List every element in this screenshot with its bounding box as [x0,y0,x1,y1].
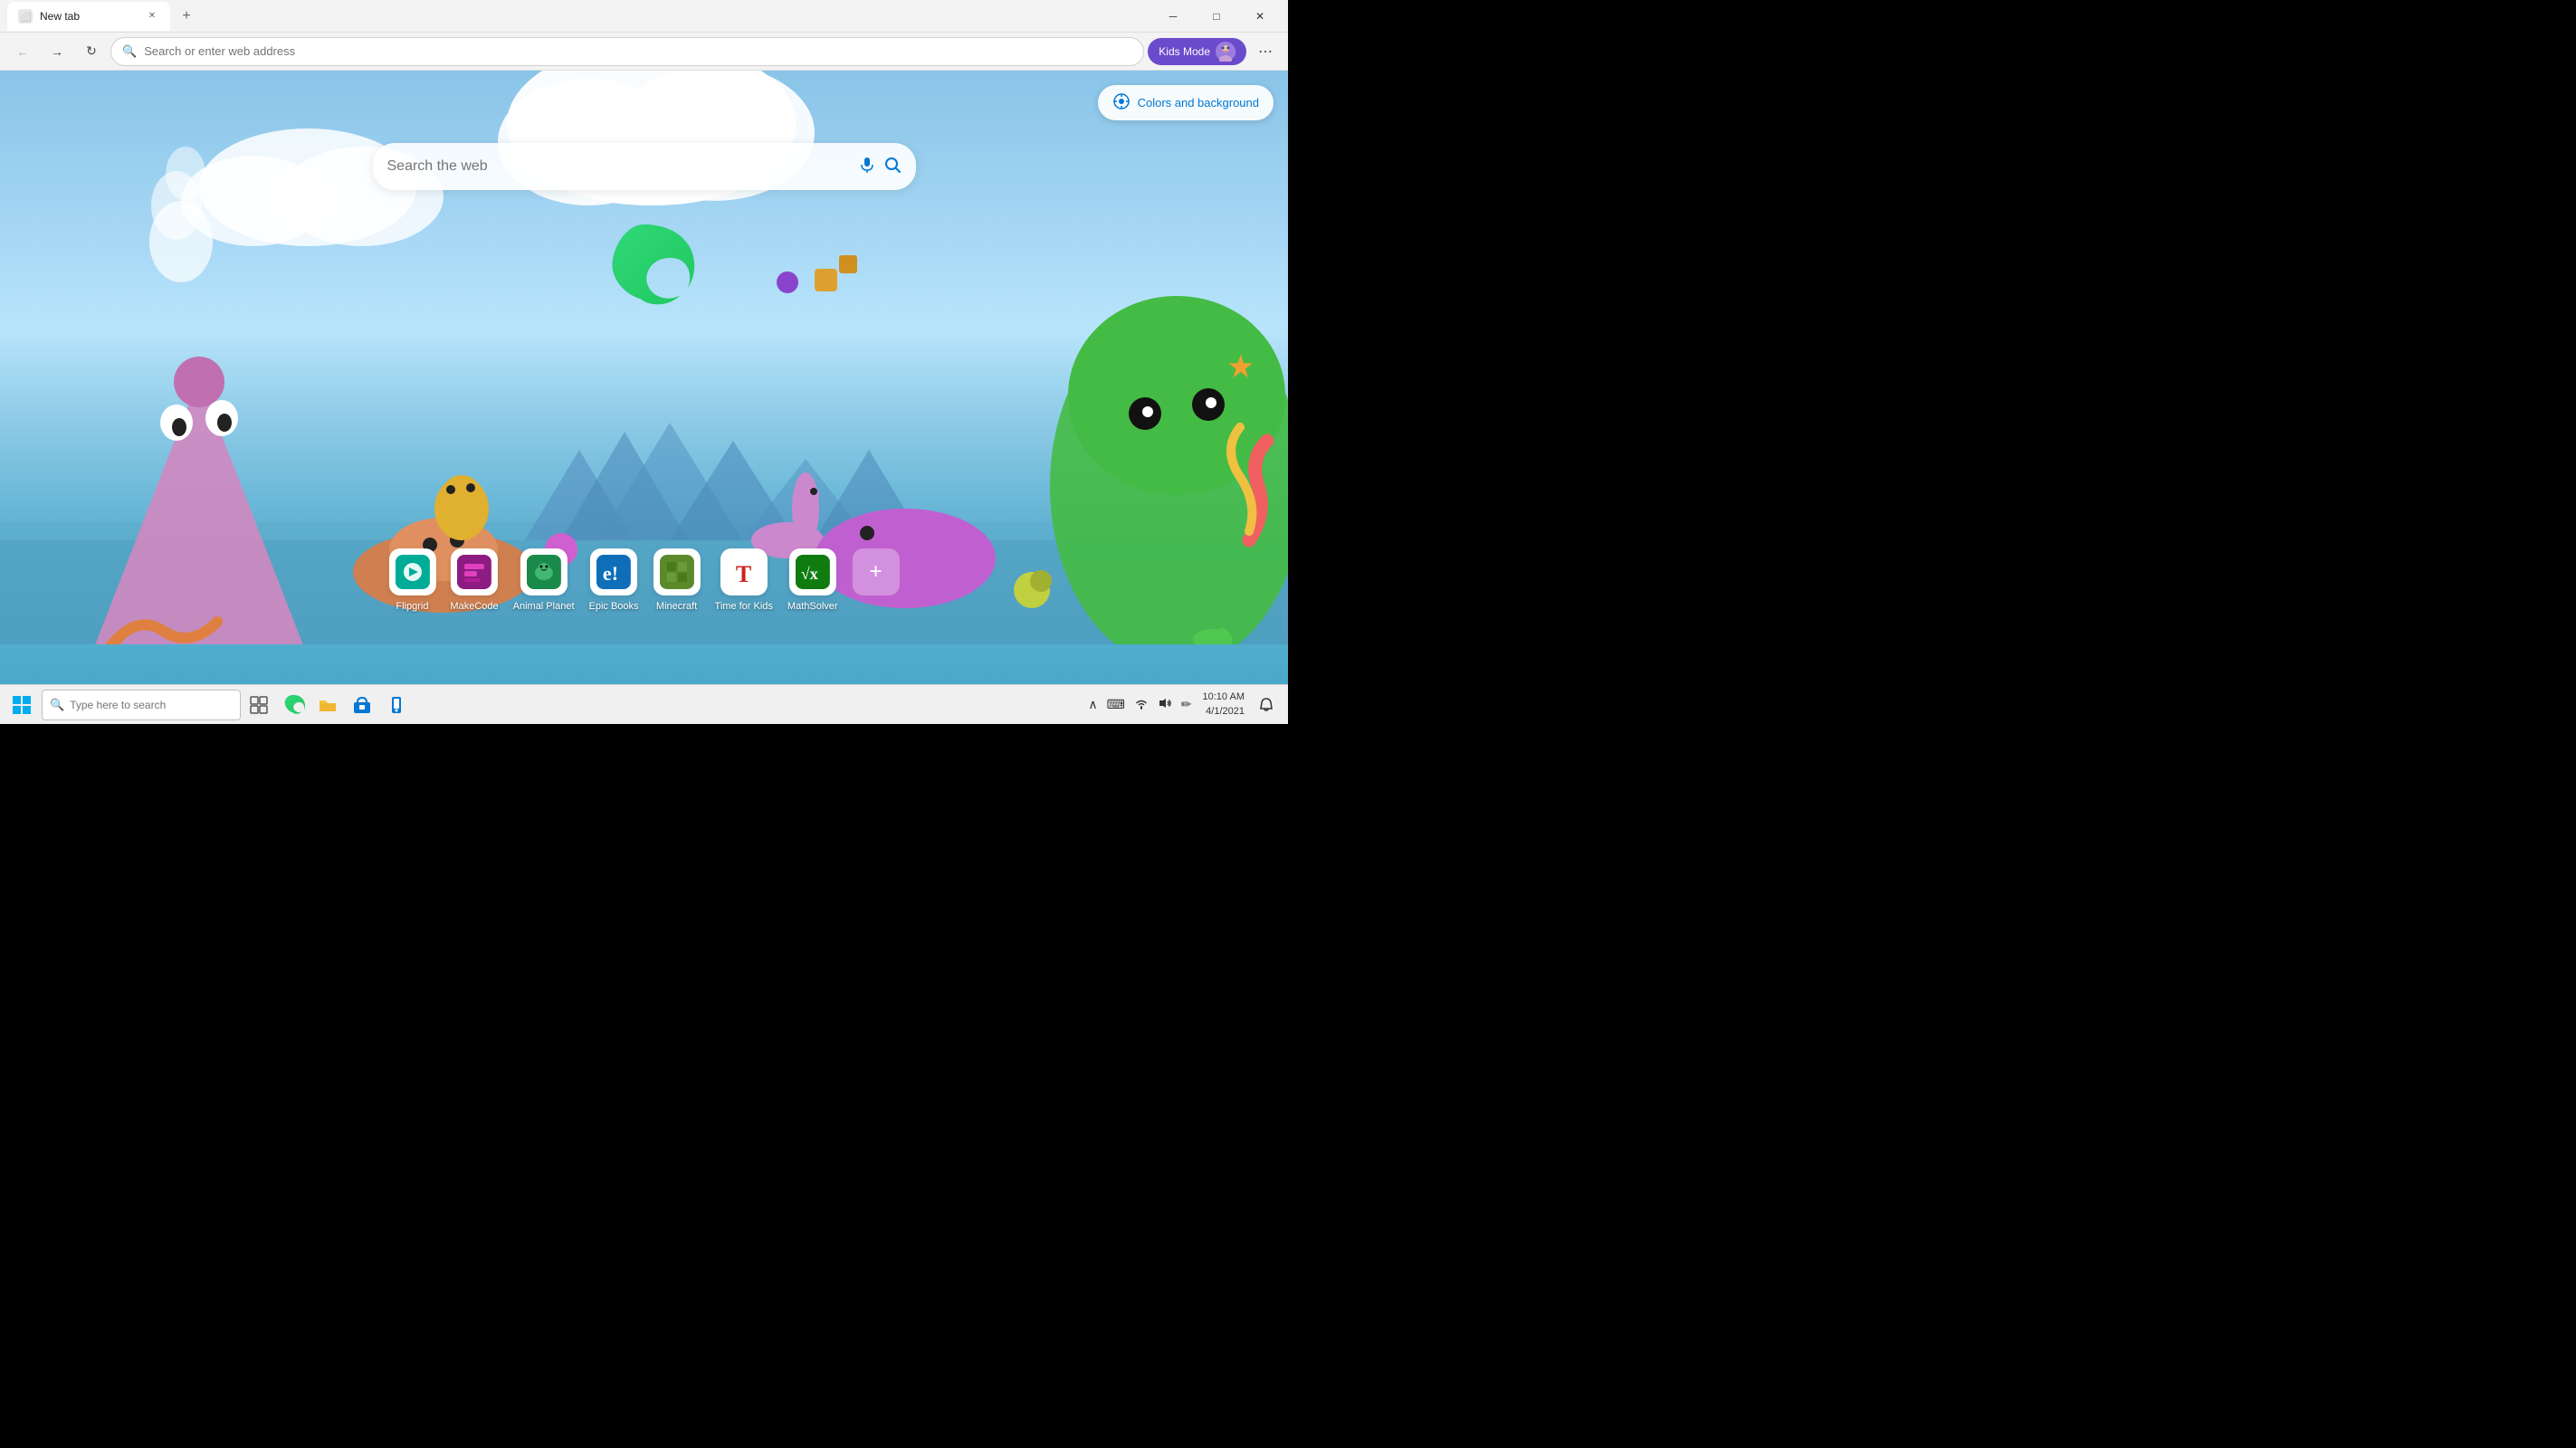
clock[interactable]: 10:10 AM 4/1/2021 [1199,691,1248,719]
taskbar-phone-icon[interactable] [380,689,413,721]
flipgrid-icon [388,548,435,595]
quick-link-epic-books[interactable]: e! Epic Books [589,548,639,612]
address-bar[interactable]: 🔍 [110,37,1144,66]
mathsolver-icon: √x [789,548,836,595]
search-bar[interactable] [373,143,916,190]
add-link-icon: + [853,548,900,595]
wifi-icon[interactable] [1131,695,1152,714]
taskbar-edge-icon[interactable] [277,689,310,721]
nav-bar: ← → ↻ 🔍 Kids Mode ⋯ [0,33,1288,71]
volume-icon[interactable] [1154,695,1176,714]
makecode-label: MakeCode [450,601,498,612]
add-quick-link[interactable]: + add [853,548,900,612]
maximize-button[interactable]: □ [1196,2,1237,31]
title-bar: ⬜ New tab ✕ + ─ □ ✕ [0,0,1288,33]
svg-text:T: T [736,561,751,587]
browser-frame: ⬜ New tab ✕ + ─ □ ✕ ← → ↻ 🔍 Kids Mode [0,0,1288,724]
date-display: 4/1/2021 [1203,705,1245,719]
tab-close-button[interactable]: ✕ [145,9,159,24]
taskbar-store-icon[interactable] [346,689,378,721]
browser-tab[interactable]: ⬜ New tab ✕ [7,2,170,31]
animal-planet-icon [520,548,568,595]
close-button[interactable]: ✕ [1239,2,1281,31]
flipgrid-label: Flipgrid [396,601,428,612]
svg-text:e!: e! [603,562,618,585]
colors-bg-icon [1112,92,1131,113]
taskbar-search-input[interactable] [70,699,215,711]
taskbar-explorer-icon[interactable] [311,689,344,721]
colors-bg-label: Colors and background [1138,96,1259,110]
microphone-icon[interactable] [858,156,876,178]
quick-link-flipgrid[interactable]: Flipgrid [388,548,435,612]
animal-planet-label: Animal Planet [513,601,575,612]
keyboard-icon[interactable]: ⌨ [1103,695,1129,714]
search-submit-icon[interactable] [883,156,902,178]
minimize-button[interactable]: ─ [1152,2,1194,31]
edge-logo [590,215,699,324]
quick-link-makecode[interactable]: MakeCode [450,548,498,612]
colors-background-button[interactable]: Colors and background [1098,85,1274,120]
more-options-button[interactable]: ⋯ [1250,36,1281,67]
time-for-kids-icon: T [720,548,768,595]
tab-favicon: ⬜ [18,9,33,24]
main-content: ★ [0,71,1288,684]
pen-icon[interactable]: ✏ [1178,695,1196,714]
minecraft-icon [654,548,701,595]
search-input[interactable] [387,158,851,175]
kids-mode-button[interactable]: Kids Mode [1148,38,1246,65]
taskbar-search[interactable]: 🔍 [42,690,241,720]
system-tray: ∧ ⌨ ✏ [1084,695,1195,714]
quick-link-time-for-kids[interactable]: T Time for Kids [715,548,773,612]
window-controls: ─ □ ✕ [1152,2,1281,31]
search-container [373,143,916,190]
kids-mode-label: Kids Mode [1159,45,1210,58]
new-tab-button[interactable]: + [174,4,199,29]
quick-link-animal-planet[interactable]: Animal Planet [513,548,575,612]
back-button[interactable]: ← [7,36,38,67]
address-input[interactable] [144,44,1132,58]
quick-links: Flipgrid MakeCode [388,548,899,612]
time-for-kids-label: Time for Kids [715,601,773,612]
minecraft-label: Minecraft [656,601,697,612]
svg-text:★: ★ [1226,349,1255,385]
kids-avatar [1216,42,1236,62]
address-search-icon: 🔍 [122,44,137,59]
task-view-button[interactable] [243,689,275,721]
quick-link-mathsolver[interactable]: √x MathSolver [787,548,838,612]
taskbar-right: ∧ ⌨ ✏ [1084,691,1284,719]
epic-books-icon: e! [590,548,637,595]
start-button[interactable] [4,687,40,723]
mathsolver-label: MathSolver [787,601,838,612]
refresh-button[interactable]: ↻ [76,36,107,67]
taskbar: 🔍 [0,684,1288,724]
svg-text:√x: √x [801,565,818,583]
tray-up-arrow[interactable]: ∧ [1084,695,1101,714]
quick-link-minecraft[interactable]: Minecraft [654,548,701,612]
forward-button[interactable]: → [42,36,72,67]
epic-books-label: Epic Books [589,601,639,612]
svg-text:⬜: ⬜ [20,11,31,23]
notification-button[interactable] [1252,691,1281,719]
time-display: 10:10 AM [1203,691,1245,704]
taskbar-search-icon: 🔍 [50,698,64,712]
tab-title: New tab [40,10,80,23]
makecode-icon [451,548,498,595]
